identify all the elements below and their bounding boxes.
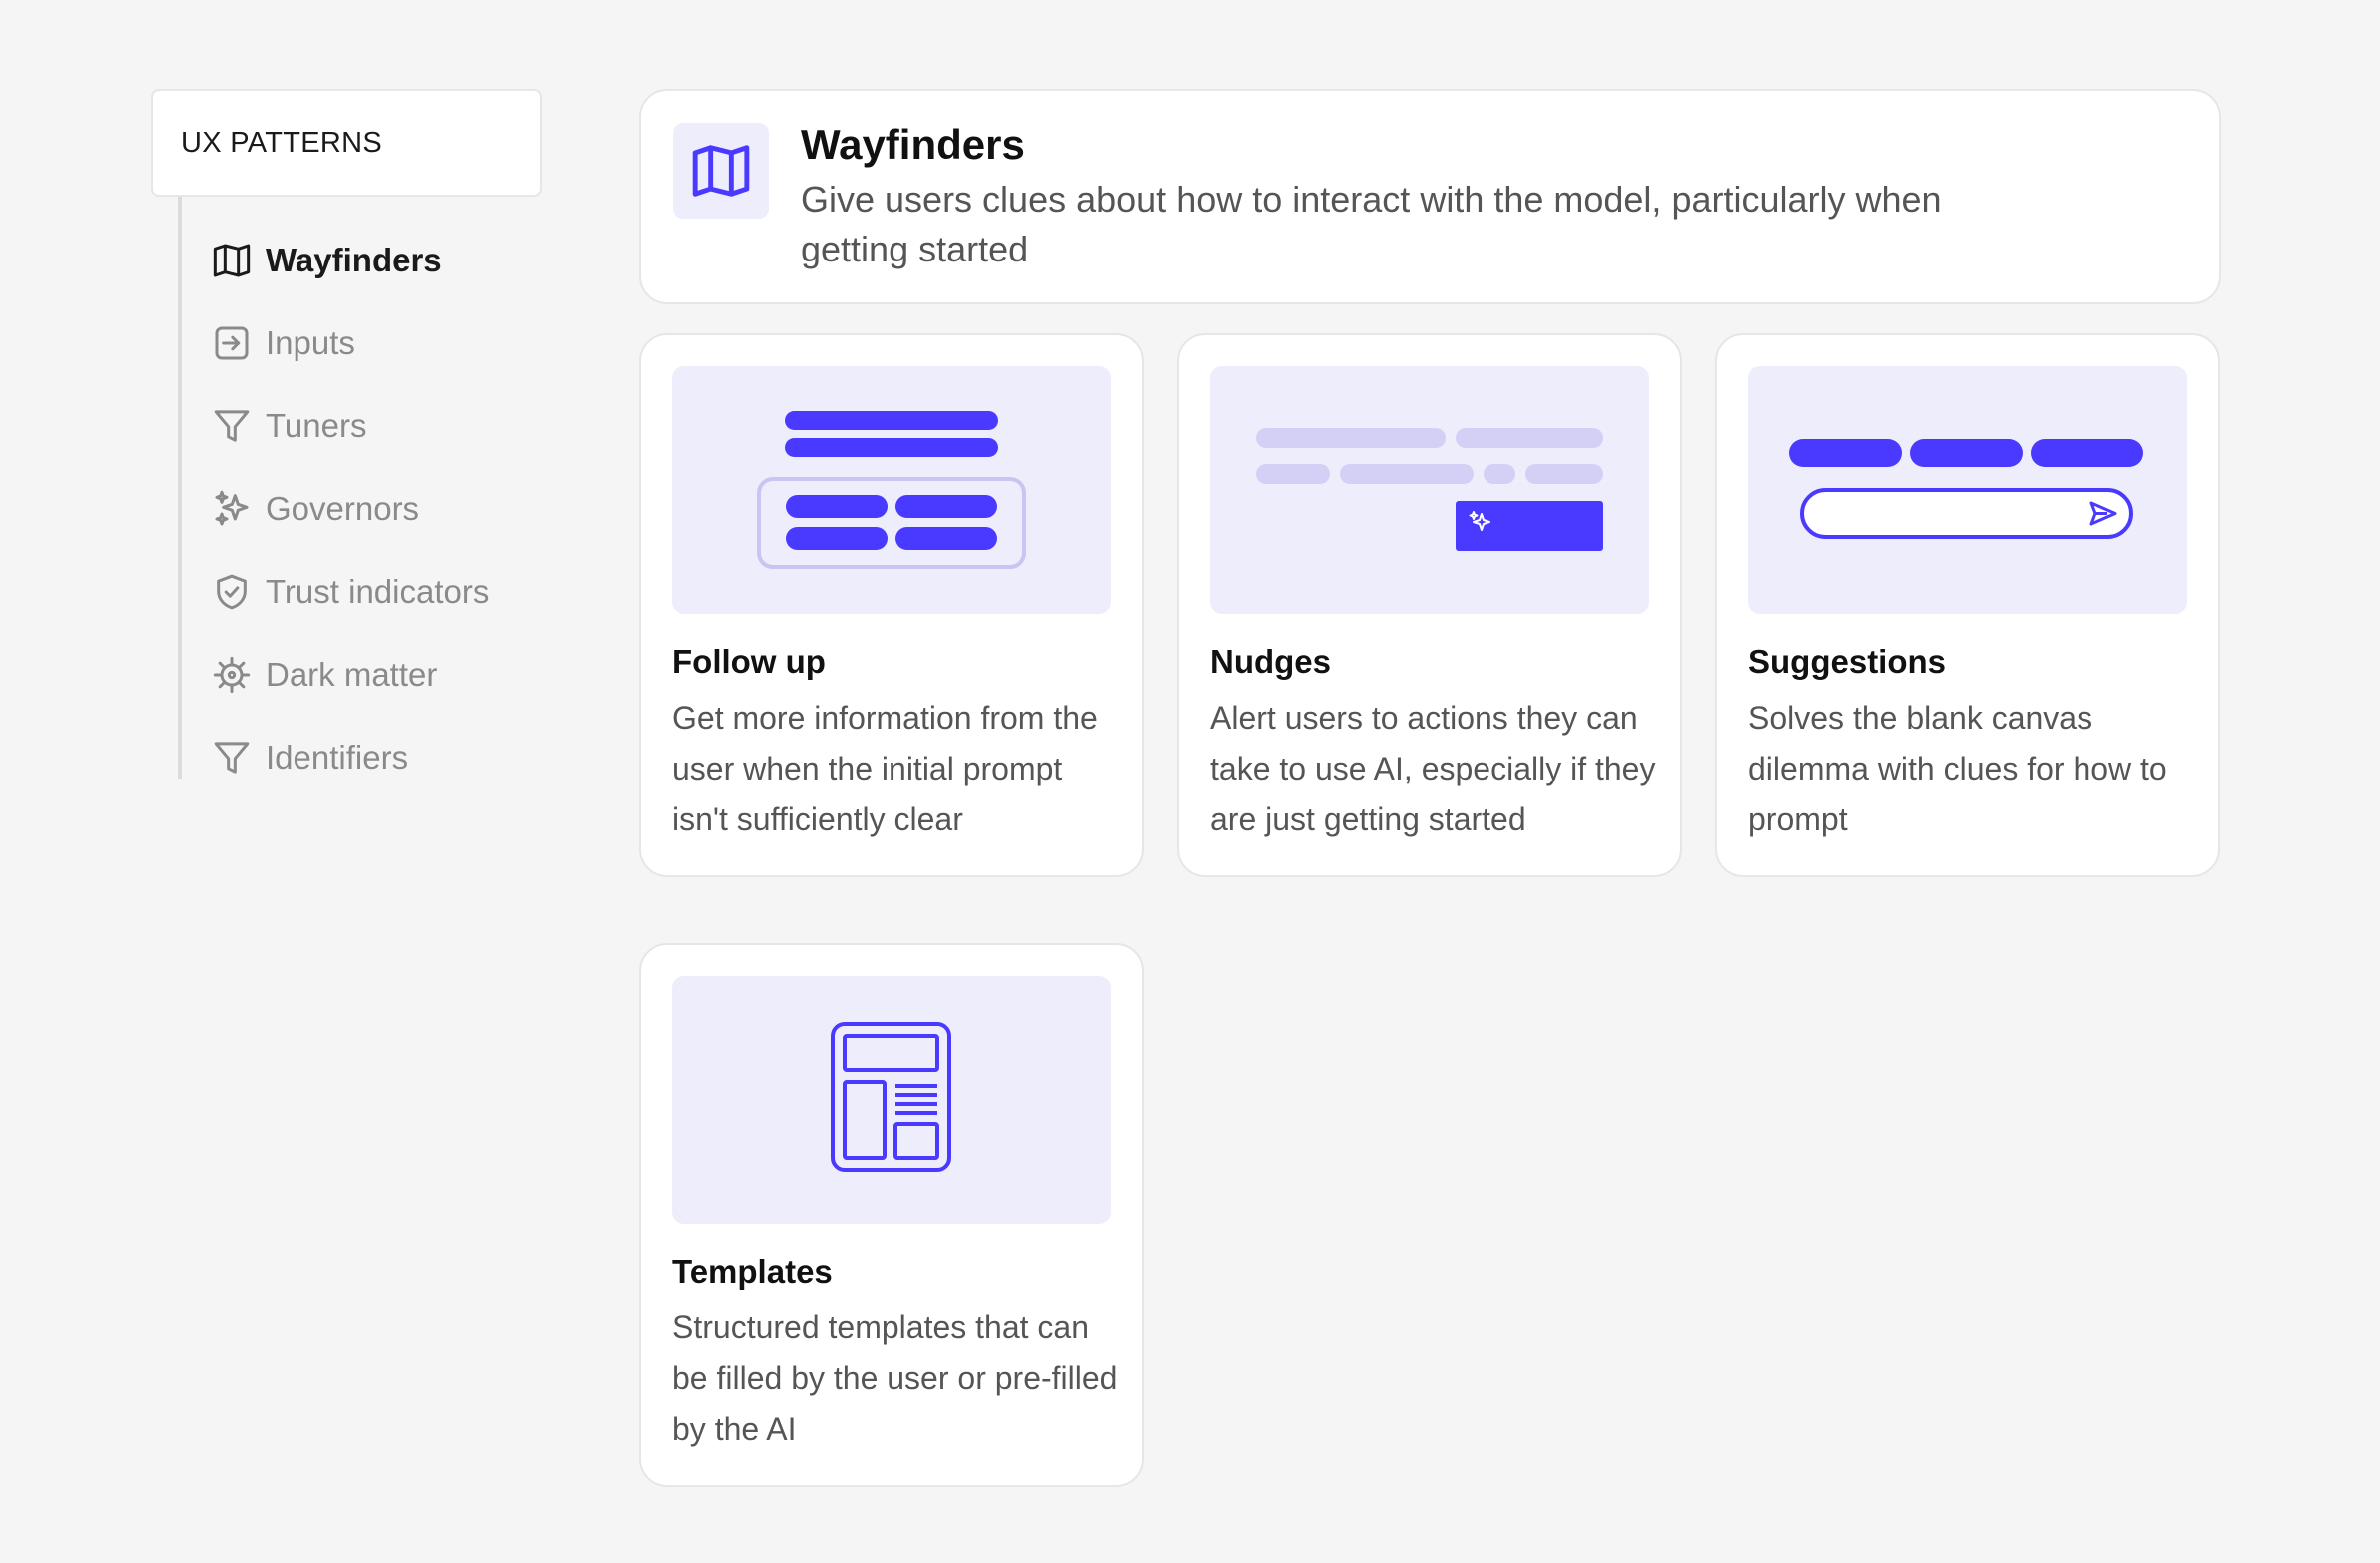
- card-title: Nudges: [1210, 643, 1332, 680]
- sidebar-item-governors[interactable]: Governors: [182, 467, 542, 550]
- sidebar-item-identifiers[interactable]: Identifiers: [182, 716, 542, 798]
- sparkles-icon: [212, 489, 252, 529]
- card-title: Follow up: [672, 643, 826, 680]
- shield-check-icon: [212, 572, 252, 612]
- sidebar-item-label: Dark matter: [266, 655, 438, 693]
- card-title: Templates: [672, 1253, 833, 1290]
- suggestions-illustration: [1748, 366, 2187, 614]
- follow-up-illustration: [672, 366, 1111, 614]
- sidebar-item-trust-indicators[interactable]: Trust indicators: [182, 550, 542, 633]
- map-icon: [673, 123, 769, 219]
- virus-icon: [212, 655, 252, 695]
- card-description: Structured templates that can be filled …: [672, 1309, 1118, 1447]
- filter-icon: [212, 738, 252, 778]
- pattern-card-suggestions[interactable]: Suggestions Solves the blank canvas dile…: [1715, 333, 2220, 877]
- sidebar-item-tuners[interactable]: Tuners: [182, 384, 542, 467]
- filter-icon: [212, 406, 252, 446]
- sidebar-item-label: Tuners: [266, 406, 367, 444]
- nudges-illustration: [1210, 366, 1649, 614]
- page-title: Wayfinders: [801, 121, 1025, 168]
- card-description: Alert users to actions they can take to …: [1210, 700, 1656, 837]
- section-header-card: Wayfinders Give users clues about how to…: [639, 89, 2221, 304]
- arrow-in-box-icon: [212, 323, 252, 363]
- card-description: Get more information from the user when …: [672, 700, 1098, 837]
- map-icon: [212, 241, 252, 280]
- pattern-card-follow-up[interactable]: Follow up Get more information from the …: [639, 333, 1144, 877]
- card-title: Suggestions: [1748, 643, 1947, 680]
- sidebar-item-label: Trust indicators: [266, 572, 490, 610]
- sidebar-item-label: Identifiers: [266, 738, 409, 776]
- sidebar-item-label: Wayfinders: [266, 241, 442, 278]
- pattern-card-nudges[interactable]: Nudges Alert users to actions they can t…: [1177, 333, 1682, 877]
- sidebar-item-wayfinders[interactable]: Wayfinders: [182, 219, 542, 301]
- sidebar-item-label: Inputs: [266, 323, 355, 361]
- sidebar: UX PATTERNS Wayfinders Inputs Tuners Gov…: [151, 89, 542, 779]
- sidebar-item-inputs[interactable]: Inputs: [182, 301, 542, 384]
- pattern-card-templates[interactable]: Templates Structured templates that can …: [639, 943, 1144, 1487]
- templates-illustration: [672, 976, 1111, 1224]
- sidebar-header: UX PATTERNS: [151, 89, 542, 197]
- sidebar-item-dark-matter[interactable]: Dark matter: [182, 633, 542, 716]
- page: UX PATTERNS Wayfinders Inputs Tuners Gov…: [0, 0, 2380, 1563]
- sidebar-nav: Wayfinders Inputs Tuners Governors Trust…: [178, 197, 542, 779]
- page-description: Give users clues about how to interact w…: [801, 179, 1942, 269]
- sidebar-item-label: Governors: [266, 489, 420, 527]
- card-description: Solves the blank canvas dilemma with clu…: [1748, 700, 2167, 837]
